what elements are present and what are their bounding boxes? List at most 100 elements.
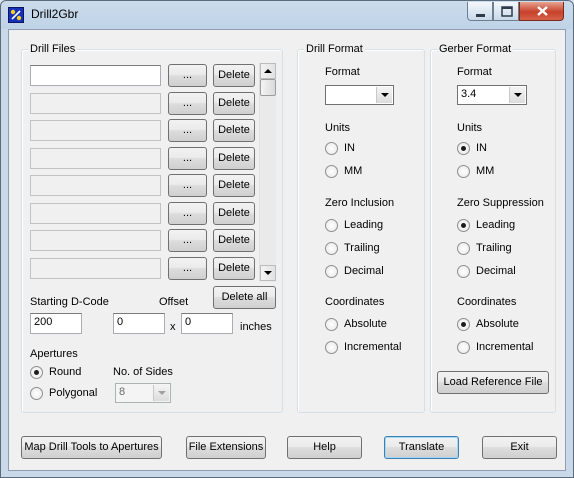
- drill-file-path-input[interactable]: [30, 175, 161, 196]
- drill-coordinates-label: Coordinates: [325, 296, 385, 308]
- radio-label: MM: [476, 165, 495, 177]
- radio-label: Absolute: [344, 318, 387, 330]
- file-list-scrollbar[interactable]: [259, 63, 276, 282]
- radio-label: Incremental: [476, 341, 534, 353]
- radio-label: Polygonal: [49, 387, 98, 399]
- help-button[interactable]: Help: [287, 436, 362, 459]
- offset-x-input[interactable]: 0: [113, 313, 165, 334]
- maximize-button[interactable]: [493, 2, 519, 21]
- drill-file-path-input[interactable]: [30, 203, 161, 224]
- browse-file-button[interactable]: ...: [168, 229, 207, 252]
- delete-file-button[interactable]: Delete: [213, 92, 255, 115]
- dialog-client-area: Drill Files ... Delete... Delete... Delete.…: [8, 29, 566, 471]
- radio-label: Trailing: [344, 242, 380, 254]
- close-icon: [537, 6, 548, 16]
- chevron-down-icon: [153, 385, 169, 401]
- delete-file-button[interactable]: Delete: [213, 202, 255, 225]
- starting-dcode-label: Starting D-Code: [30, 296, 109, 308]
- radio-indicator: [457, 341, 470, 354]
- app-icon: [8, 7, 24, 23]
- delete-file-button[interactable]: Delete: [213, 119, 255, 142]
- radio-indicator: [457, 142, 470, 155]
- starting-dcode-input[interactable]: 200: [30, 313, 82, 334]
- title-bar[interactable]: Drill2Gbr: [1, 1, 573, 29]
- browse-file-button[interactable]: ...: [168, 257, 207, 280]
- delete-all-button[interactable]: Delete all: [213, 286, 276, 309]
- drill-file-path-input[interactable]: [30, 258, 161, 279]
- scroll-down-button[interactable]: [260, 265, 276, 281]
- radio-indicator: [457, 318, 470, 331]
- radio-indicator: [457, 165, 470, 178]
- apertures-label: Apertures: [30, 348, 78, 360]
- gerber-units-label: Units: [457, 122, 483, 134]
- radio-label: IN: [476, 142, 487, 154]
- drill-file-path-input[interactable]: [30, 148, 161, 169]
- drill-zero-inclusion-label: Zero Inclusion: [325, 197, 395, 209]
- minimize-button[interactable]: [467, 2, 493, 21]
- radio-indicator: [457, 219, 470, 232]
- radio-label: MM: [344, 165, 363, 177]
- radio-indicator: [457, 242, 470, 255]
- maximize-icon: [501, 6, 513, 17]
- chevron-down-icon: [376, 87, 392, 103]
- radio-label: Decimal: [476, 265, 516, 277]
- close-button[interactable]: [519, 2, 564, 21]
- delete-file-button[interactable]: Delete: [213, 257, 255, 280]
- browse-file-button[interactable]: ...: [168, 174, 207, 197]
- radio-indicator: [325, 242, 338, 255]
- delete-file-button[interactable]: Delete: [213, 64, 255, 87]
- drill-format-label: Format: [325, 66, 360, 78]
- radio-indicator: [325, 318, 338, 331]
- drill-files-legend: Drill Files: [28, 43, 78, 55]
- radio-label: Incremental: [344, 341, 402, 353]
- window-title: Drill2Gbr: [31, 7, 79, 21]
- exit-button[interactable]: Exit: [482, 436, 557, 459]
- delete-file-button[interactable]: Delete: [213, 147, 255, 170]
- offset-y-input[interactable]: 0: [181, 313, 233, 334]
- browse-file-button[interactable]: ...: [168, 147, 207, 170]
- offset-separator: x: [170, 321, 176, 333]
- radio-label: Absolute: [476, 318, 519, 330]
- radio-label: IN: [344, 142, 355, 154]
- offset-label: Offset: [159, 296, 189, 308]
- gerber-zero-suppression-label: Zero Suppression: [457, 197, 544, 209]
- drill-format-select[interactable]: [325, 85, 394, 105]
- scroll-up-button[interactable]: [260, 63, 276, 79]
- radio-indicator: [30, 387, 43, 400]
- sides-select[interactable]: 8: [115, 383, 171, 403]
- chevron-down-icon: [509, 87, 525, 103]
- radio-indicator: [325, 142, 338, 155]
- gerber-format-label: Format: [457, 66, 492, 78]
- browse-file-button[interactable]: ...: [168, 119, 207, 142]
- sides-value: 8: [119, 386, 126, 398]
- offset-units-label: inches: [240, 321, 272, 333]
- arrow-up-icon: [264, 69, 272, 73]
- drill-units-label: Units: [325, 122, 351, 134]
- radio-indicator: [325, 341, 338, 354]
- radio-label: Round: [49, 366, 82, 378]
- drill-file-path-input[interactable]: [30, 230, 161, 251]
- browse-file-button[interactable]: ...: [168, 202, 207, 225]
- drill-file-path-input[interactable]: [30, 120, 161, 141]
- translate-button[interactable]: Translate: [384, 436, 459, 459]
- delete-file-button[interactable]: Delete: [213, 174, 255, 197]
- scroll-thumb[interactable]: [260, 79, 276, 96]
- radio-indicator: [325, 165, 338, 178]
- radio-label: Decimal: [344, 265, 384, 277]
- file-extensions-button[interactable]: File Extensions: [186, 436, 266, 459]
- drill-file-path-input[interactable]: [30, 93, 161, 114]
- radio-indicator: [325, 265, 338, 278]
- gerber-coordinates-label: Coordinates: [457, 296, 517, 308]
- map-drill-tools-button[interactable]: Map Drill Tools to Apertures: [21, 436, 162, 459]
- drill-file-path-input[interactable]: [30, 65, 161, 86]
- browse-file-button[interactable]: ...: [168, 92, 207, 115]
- browse-file-button[interactable]: ...: [168, 64, 207, 87]
- load-reference-file-button[interactable]: Load Reference File: [437, 371, 549, 394]
- gerber-format-legend: Gerber Format: [437, 43, 514, 55]
- delete-file-button[interactable]: Delete: [213, 229, 255, 252]
- radio-indicator: [325, 219, 338, 232]
- app-window: Drill2Gbr Drill Files ... Delete... Delete…: [0, 0, 574, 478]
- gerber-format-select[interactable]: 3.4: [457, 85, 527, 105]
- radio-label: Leading: [476, 219, 516, 231]
- gerber-format-value: 3.4: [461, 88, 477, 100]
